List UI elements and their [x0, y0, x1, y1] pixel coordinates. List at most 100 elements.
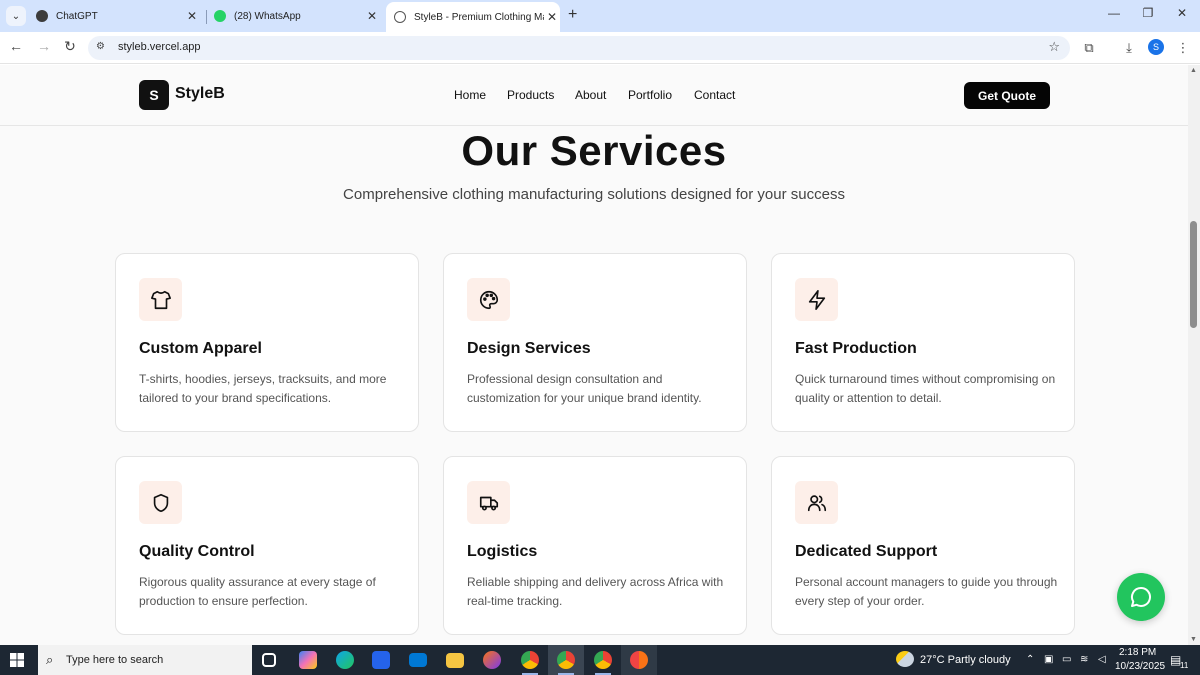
- service-card-logistics[interactable]: Logistics Reliable shipping and delivery…: [443, 456, 747, 635]
- get-quote-button[interactable]: Get Quote: [964, 82, 1050, 109]
- clock-time[interactable]: 2:18 PM: [1119, 647, 1156, 658]
- weather-icon[interactable]: [896, 651, 914, 667]
- lightning-icon: [808, 289, 825, 310]
- service-description: T-shirts, hoodies, jerseys, tracksuits, …: [139, 372, 387, 405]
- scroll-up-icon[interactable]: ▲: [1190, 67, 1197, 74]
- download-icon[interactable]: ⤓: [1120, 40, 1138, 56]
- close-icon[interactable]: ✕: [184, 9, 200, 23]
- chrome-profile-icon[interactable]: [594, 651, 612, 669]
- palette-icon: [479, 290, 498, 309]
- folder-icon[interactable]: [446, 653, 464, 668]
- extensions-icon[interactable]: ⧉: [1080, 40, 1098, 56]
- weather-text[interactable]: 27°C Partly cloudy: [920, 654, 1011, 666]
- meet-icon[interactable]: ▣: [1044, 654, 1053, 665]
- shirt-icon: [150, 290, 171, 309]
- back-icon[interactable]: ←: [6, 38, 26, 54]
- restore-icon[interactable]: ❐: [1138, 6, 1158, 20]
- close-icon[interactable]: ✕: [364, 9, 380, 23]
- whatsapp-chat-button[interactable]: [1117, 573, 1165, 621]
- scroll-down-icon[interactable]: ▼: [1190, 636, 1197, 643]
- users-icon: [807, 494, 826, 511]
- service-title: Quality Control: [139, 543, 255, 560]
- logo-mark[interactable]: S: [139, 80, 169, 110]
- reload-icon[interactable]: ↻: [60, 38, 80, 55]
- nav-home[interactable]: Home: [454, 88, 486, 102]
- tab-styleb[interactable]: StyleB - Premium Clothing Manufacturer ✕: [386, 2, 560, 32]
- browser-toolbar: ← → ↻ ⚙ styleb.vercel.app ☆ ⧉ ⤓ ⋮: [0, 32, 1200, 64]
- windows-taskbar: ⌕ Type here to search 27°C Partly cloudy…: [0, 645, 1200, 675]
- service-card-quality-control[interactable]: Quality Control Rigorous quality assuran…: [115, 456, 419, 635]
- profile-avatar[interactable]: S: [1148, 39, 1164, 55]
- address-bar[interactable]: ⚙ styleb.vercel.app ☆: [88, 36, 1070, 60]
- service-title: Custom Apparel: [139, 340, 262, 357]
- service-card-dedicated-support[interactable]: Dedicated Support Personal account manag…: [771, 456, 1075, 635]
- service-icon-box: [795, 481, 838, 524]
- scroll-thumb[interactable]: [1190, 221, 1197, 328]
- page-scrollbar[interactable]: ▲ ▼: [1188, 65, 1200, 645]
- site-header: S StyleB Home Products About Portfolio C…: [0, 65, 1188, 126]
- copilot-icon[interactable]: [299, 651, 317, 669]
- tab-separator: [206, 10, 207, 24]
- tab-whatsapp[interactable]: (28) WhatsApp ✕: [214, 4, 380, 28]
- chrome-icon[interactable]: [521, 651, 539, 669]
- wifi-icon[interactable]: ≋: [1080, 654, 1088, 665]
- service-icon-box: [467, 481, 510, 524]
- speaker-mute-icon[interactable]: ◁: [1098, 654, 1106, 665]
- service-icon-box: [139, 278, 182, 321]
- windows-start-icon[interactable]: [10, 653, 24, 667]
- site-info-icon[interactable]: ⚙: [96, 41, 105, 52]
- tab-search-icon[interactable]: ⌄: [6, 6, 26, 26]
- logo-text[interactable]: StyleB: [175, 85, 225, 103]
- service-description: Professional design consultation and cus…: [467, 372, 702, 405]
- chatgpt-icon: [36, 10, 48, 22]
- notification-count: 11: [1180, 661, 1189, 670]
- clock-date[interactable]: 10/23/2025: [1115, 661, 1165, 672]
- nav-products[interactable]: Products: [507, 88, 554, 102]
- new-tab-icon[interactable]: +: [568, 6, 577, 24]
- service-title: Design Services: [467, 340, 591, 357]
- battery-icon[interactable]: ▭: [1062, 654, 1071, 665]
- web-page: S StyleB Home Products About Portfolio C…: [0, 65, 1188, 645]
- tab-chatgpt[interactable]: ChatGPT ✕: [36, 4, 200, 28]
- service-icon-box: [139, 481, 182, 524]
- nav-about[interactable]: About: [575, 88, 606, 102]
- service-card-fast-production[interactable]: Fast Production Quick turnaround times w…: [771, 253, 1075, 432]
- forward-icon[interactable]: →: [34, 38, 54, 54]
- close-icon[interactable]: ✕: [544, 10, 560, 24]
- tab-title: (28) WhatsApp: [234, 10, 301, 22]
- store-icon[interactable]: [372, 651, 390, 669]
- tab-title: StyleB - Premium Clothing Manufacturer: [414, 11, 544, 23]
- browser-app-icon[interactable]: [630, 651, 648, 669]
- firefox-icon[interactable]: [483, 651, 501, 669]
- service-card-custom-apparel[interactable]: Custom Apparel T-shirts, hoodies, jersey…: [115, 253, 419, 432]
- mail-icon[interactable]: [409, 653, 427, 667]
- service-title: Dedicated Support: [795, 543, 938, 560]
- close-window-icon[interactable]: ✕: [1172, 6, 1192, 20]
- service-description: Quick turnaround times without compromis…: [795, 372, 1056, 405]
- nav-portfolio[interactable]: Portfolio: [628, 88, 672, 102]
- edge-icon[interactable]: [336, 651, 354, 669]
- tab-title: ChatGPT: [56, 10, 98, 22]
- browser-tab-bar: ⌄ ChatGPT ✕ (28) WhatsApp ✕ StyleB - Pre…: [0, 0, 1200, 32]
- section-title: Our Services: [461, 127, 727, 174]
- service-title: Logistics: [467, 543, 538, 560]
- service-title: Fast Production: [795, 340, 917, 357]
- section-subtitle: Comprehensive clothing manufacturing sol…: [343, 186, 845, 203]
- taskbar-search[interactable]: ⌕ Type here to search: [38, 645, 252, 675]
- chat-bubble-icon: [1130, 586, 1151, 607]
- nav-contact[interactable]: Contact: [694, 88, 735, 102]
- bookmark-star-icon[interactable]: ☆: [1048, 39, 1060, 55]
- search-placeholder: Type here to search: [66, 654, 164, 666]
- chrome-profile-icon[interactable]: [557, 651, 575, 669]
- service-card-design-services[interactable]: Design Services Professional design cons…: [443, 253, 747, 432]
- menu-kebab-icon[interactable]: ⋮: [1174, 40, 1192, 56]
- search-icon: ⌕: [46, 652, 54, 667]
- service-description: Rigorous quality assurance at every stag…: [139, 575, 376, 608]
- service-icon-box: [795, 278, 838, 321]
- task-view-icon[interactable]: [262, 653, 276, 667]
- chevron-up-icon[interactable]: ⌃: [1026, 654, 1034, 665]
- whatsapp-icon: [214, 10, 226, 22]
- service-icon-box: [467, 278, 510, 321]
- minimize-icon[interactable]: —: [1104, 6, 1124, 20]
- url-text: styleb.vercel.app: [118, 41, 201, 53]
